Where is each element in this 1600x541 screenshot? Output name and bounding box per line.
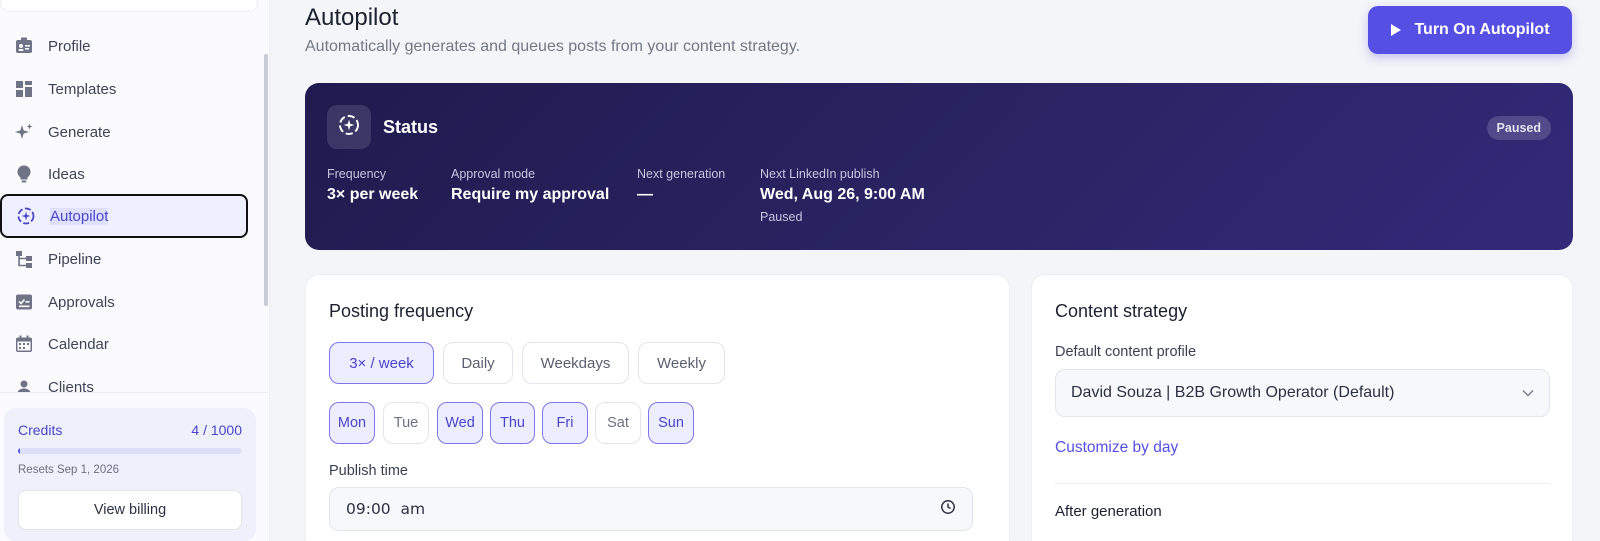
- approvals-check-icon: [14, 292, 34, 312]
- sidebar: Profile Templates Generate Ideas Autopil…: [0, 0, 270, 541]
- credits-title: Credits: [18, 422, 63, 438]
- lightbulb-icon: [14, 164, 34, 184]
- divider: [1055, 483, 1550, 484]
- credits-progress-fill: [18, 448, 21, 454]
- stat-value: Require my approval: [451, 186, 610, 203]
- content-strategy-title: Content strategy: [1055, 301, 1188, 321]
- status-title: Status: [383, 117, 439, 137]
- sidebar-item-label: Profile: [48, 37, 91, 55]
- autopilot-icon: [337, 113, 361, 142]
- customize-by-day-link[interactable]: Customize by day: [1055, 439, 1178, 457]
- profile-card-icon: [14, 36, 34, 56]
- chevron-down-icon: [1522, 384, 1534, 402]
- play-icon: [1390, 23, 1402, 37]
- sidebar-item-calendar[interactable]: Calendar: [0, 322, 248, 366]
- stat-frequency: Frequency 3× per week: [327, 167, 418, 204]
- day-toggle-sun[interactable]: Sun: [648, 402, 694, 444]
- frequency-option-3x-week[interactable]: 3× / week: [329, 342, 434, 384]
- stat-label: Frequency: [327, 167, 387, 181]
- sidebar-item-label: Clients: [48, 378, 94, 393]
- sidebar-item-label: Generate: [48, 123, 111, 141]
- sidebar-item-approvals[interactable]: Approvals: [0, 280, 248, 324]
- autopilot-icon: [16, 206, 36, 226]
- day-toggle-wed[interactable]: Wed: [437, 402, 483, 444]
- sidebar-item-clients[interactable]: Clients: [0, 365, 248, 392]
- stat-approval-mode: Approval mode Require my approval: [451, 167, 609, 204]
- sidebar-item-profile[interactable]: Profile: [0, 24, 248, 68]
- sidebar-nav: Profile Templates Generate Ideas Autopil…: [0, 24, 262, 392]
- stat-value: 3× per week: [327, 186, 419, 203]
- sidebar-item-label: Pipeline: [48, 250, 102, 268]
- stat-label: Approval mode: [451, 167, 536, 181]
- frequency-option-weekly[interactable]: Weekly: [638, 342, 725, 384]
- content-strategy-card: Content strategy Default content profile…: [1031, 274, 1573, 541]
- stat-value: Wed, Aug 26, 9:00 AM: [760, 186, 925, 203]
- sidebar-item-pipeline[interactable]: Pipeline: [0, 237, 248, 281]
- day-toggle-tue[interactable]: Tue: [383, 402, 429, 444]
- sidebar-scrollbar[interactable]: [264, 54, 268, 306]
- status-card: Status Paused Frequency 3× per week Appr…: [305, 83, 1573, 250]
- sidebar-item-ideas[interactable]: Ideas: [0, 152, 248, 196]
- sidebar-item-label: Approvals: [48, 293, 115, 311]
- publish-time-input[interactable]: 09:00 am: [329, 487, 973, 531]
- turn-on-autopilot-label: Turn On Autopilot: [1414, 21, 1550, 38]
- clients-icon: [14, 377, 34, 392]
- stat-next-publish: Next LinkedIn publish Wed, Aug 26, 9:00 …: [760, 167, 925, 224]
- credits-progress-bar: [18, 448, 242, 454]
- stat-subtext: Paused: [760, 210, 803, 224]
- frequency-option-weekdays[interactable]: Weekdays: [522, 342, 629, 384]
- publish-time-label: Publish time: [329, 463, 408, 479]
- posting-frequency-title: Posting frequency: [329, 301, 474, 321]
- status-icon-box: [327, 105, 371, 149]
- view-billing-button[interactable]: View billing: [18, 490, 242, 530]
- default-profile-select[interactable]: David Souza | B2B Growth Operator (Defau…: [1055, 369, 1550, 417]
- turn-on-autopilot-button[interactable]: Turn On Autopilot: [1368, 6, 1572, 54]
- day-toggle-thu[interactable]: Thu: [490, 402, 535, 444]
- credits-reset-date: Resets Sep 1, 2026: [18, 464, 120, 476]
- publish-time-value: 09:00 am: [346, 500, 426, 518]
- sidebar-item-label: Ideas: [48, 165, 85, 183]
- stat-label: Next generation: [637, 167, 726, 181]
- posting-frequency-card: Posting frequency 3× / week Daily Weekda…: [305, 274, 1010, 541]
- day-toggle-fri[interactable]: Fri: [542, 402, 588, 444]
- status-badge: Paused: [1486, 116, 1551, 140]
- credits-panel: Credits 4 / 1000 Resets Sep 1, 2026 View…: [4, 408, 256, 541]
- pipeline-icon: [14, 249, 34, 269]
- after-generation-heading: After generation: [1055, 503, 1162, 520]
- page-title: Autopilot: [305, 4, 399, 31]
- frequency-option-daily[interactable]: Daily: [443, 342, 513, 384]
- sidebar-item-autopilot[interactable]: Autopilot: [0, 194, 248, 238]
- stat-next-generation: Next generation —: [637, 167, 725, 204]
- stat-value: —: [637, 186, 653, 203]
- stat-label: Next LinkedIn publish: [760, 167, 880, 181]
- sidebar-divider: [0, 392, 270, 393]
- sparkles-icon: [14, 122, 34, 142]
- sidebar-item-templates[interactable]: Templates: [0, 67, 248, 111]
- sidebar-item-label: Calendar: [48, 335, 109, 353]
- sidebar-item-label: Autopilot: [50, 207, 109, 225]
- calendar-icon: [14, 334, 34, 354]
- default-profile-value: David Souza | B2B Growth Operator (Defau…: [1071, 384, 1395, 401]
- clock-icon[interactable]: [940, 499, 956, 519]
- day-toggle-mon[interactable]: Mon: [329, 402, 375, 444]
- sidebar-item-generate[interactable]: Generate: [0, 110, 248, 154]
- sidebar-item-label: Templates: [48, 80, 117, 98]
- sidebar-top-card: [0, 0, 258, 12]
- day-toggle-sat[interactable]: Sat: [595, 402, 641, 444]
- page-subtitle: Automatically generates and queues posts…: [305, 38, 801, 55]
- templates-grid-icon: [14, 79, 34, 99]
- default-profile-label: Default content profile: [1055, 344, 1197, 360]
- credits-count: 4 / 1000: [191, 422, 242, 438]
